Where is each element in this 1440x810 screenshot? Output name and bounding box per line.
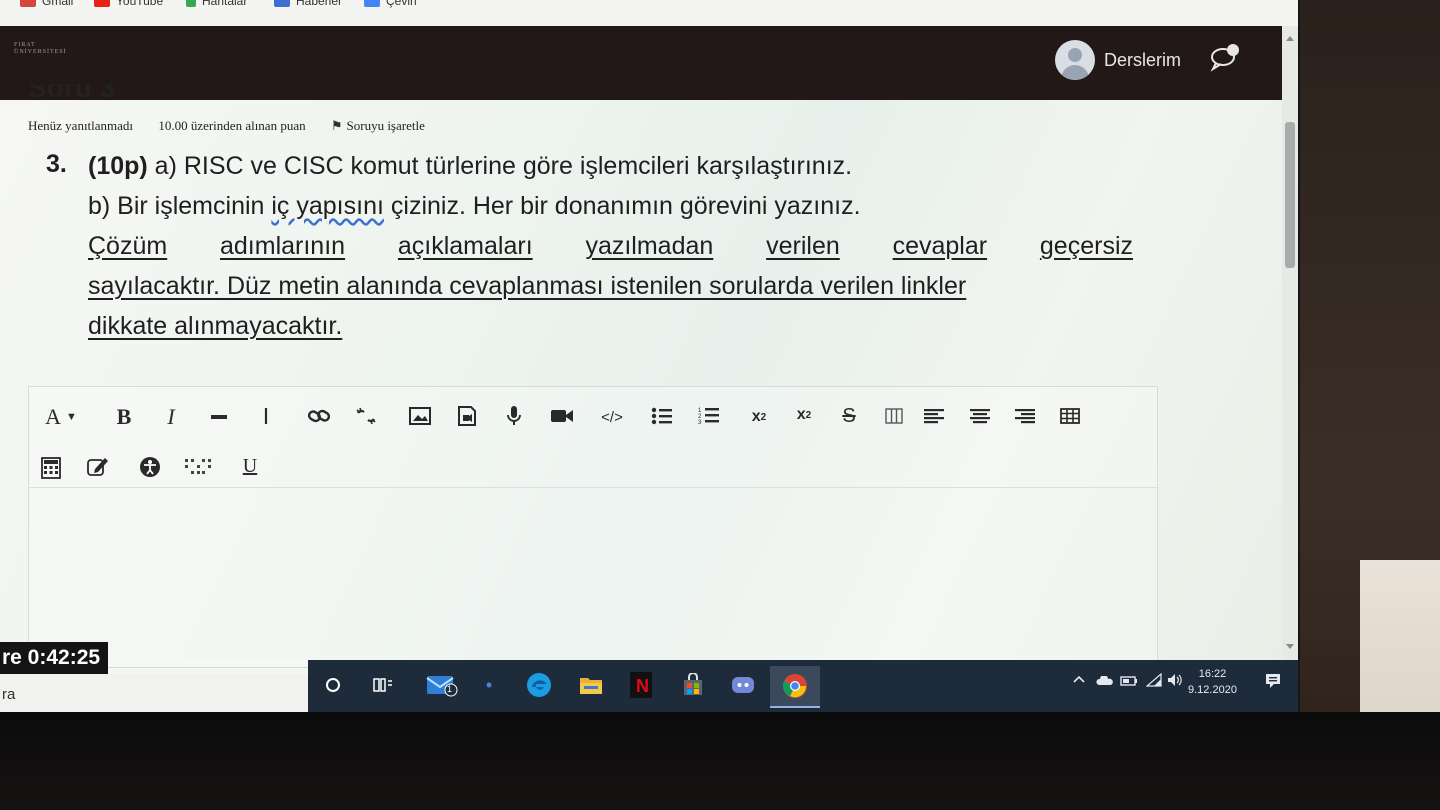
question-points: 10.00 üzerinden alınan puan	[158, 118, 306, 133]
bulleted-list-icon[interactable]	[647, 401, 677, 431]
chrome-icon[interactable]	[770, 666, 820, 708]
image-icon[interactable]	[405, 401, 435, 431]
flag-question-link[interactable]: ⚑ Soruyu işaretle	[331, 118, 425, 133]
question-note-line3: dikkate alınmayacaktır.	[88, 312, 343, 340]
page-scrollbar[interactable]	[1282, 26, 1298, 660]
answer-editor: A ▼ B I Ⅰ </> 1 2 3 x 2 x 2 S U	[28, 386, 1158, 668]
text-cursor-button[interactable]: Ⅰ	[251, 402, 281, 432]
notification-icon[interactable]	[1264, 672, 1282, 695]
file-explorer-icon[interactable]	[576, 670, 606, 700]
translate-icon	[364, 0, 380, 7]
task-view-icon[interactable]	[368, 670, 398, 700]
columns-icon[interactable]	[879, 401, 909, 431]
user-avatar-icon[interactable]	[1055, 40, 1095, 80]
mail-badge: 1	[447, 684, 453, 694]
store-icon[interactable]	[678, 670, 708, 700]
news-icon	[274, 0, 290, 7]
align-right-icon[interactable]	[1010, 401, 1040, 431]
superscript-button[interactable]: x2	[789, 400, 819, 430]
table-icon[interactable]	[1055, 401, 1085, 431]
question-note-line1: Çözüm adımlarının açıklamaları yazılmada…	[88, 232, 1133, 260]
media-icon[interactable]	[452, 401, 482, 431]
subscript-button[interactable]: x2	[744, 402, 774, 432]
chat-bubble-icon[interactable]	[1208, 42, 1242, 72]
top-navbar: FIRAT ÜNİVERSİTESİ Derslerim	[0, 26, 1282, 100]
flag-icon: ⚑	[330, 118, 343, 133]
question-part-a: (10p) a) RISC ve CISC komut türlerine gö…	[88, 152, 853, 180]
battery-icon[interactable]	[1120, 676, 1138, 689]
system-clock[interactable]: 16:22 9.12.2020	[1188, 666, 1237, 698]
tray-chevron-icon[interactable]	[1072, 674, 1086, 687]
bold-button[interactable]: B	[109, 402, 139, 432]
maps-icon	[186, 0, 196, 7]
question-number: 3.	[46, 150, 67, 178]
editor-toolbar: A ▼ B I Ⅰ </> 1 2 3 x 2 x 2 S U	[29, 387, 1157, 488]
underline-button[interactable]: U	[235, 451, 265, 481]
university-logo[interactable]: FIRAT ÜNİVERSİTESİ	[14, 42, 67, 56]
question-note-line2: sayılacaktır. Düz metin alanında cevapla…	[88, 272, 967, 300]
edge-icon[interactable]	[524, 670, 554, 700]
mail-icon[interactable]: 1	[422, 670, 462, 700]
wifi-icon[interactable]	[1145, 672, 1162, 690]
netflix-icon[interactable]: N	[626, 670, 656, 700]
bookmarks-bar: Gmail YouTube Haritalar Haberler Çeviri	[0, 0, 1298, 26]
discord-icon[interactable]	[728, 670, 758, 700]
code-icon[interactable]: </>	[597, 402, 627, 432]
bookmark-news[interactable]: Haberler	[274, 0, 342, 8]
my-courses-link[interactable]: Derslerim	[1104, 50, 1181, 71]
svg-text:N: N	[636, 676, 649, 696]
bookmark-translate[interactable]: Çeviri	[364, 0, 417, 8]
link-icon[interactable]	[304, 401, 334, 431]
bookmark-youtube[interactable]: YouTube	[94, 0, 163, 8]
volume-icon[interactable]	[1166, 672, 1184, 691]
search-circle-icon[interactable]	[318, 670, 348, 700]
accessibility-icon[interactable]	[135, 452, 165, 482]
unlink-icon[interactable]	[351, 401, 381, 431]
calculator-icon[interactable]	[36, 453, 66, 483]
numbered-list-icon[interactable]: 123	[694, 401, 724, 431]
scroll-down-icon[interactable]	[1286, 644, 1294, 649]
bookmark-gmail[interactable]: Gmail	[20, 0, 73, 8]
strikethrough-button[interactable]: S	[834, 401, 864, 431]
windows-taskbar: 1 N 16:22 9.12.2020	[308, 660, 1298, 712]
align-left-icon[interactable]	[919, 401, 949, 431]
question-text: (10p) a) RISC ve CISC komut türlerine gö…	[88, 146, 1133, 346]
special-chars-icon[interactable]	[183, 451, 213, 481]
question-heading: Soru 3	[28, 84, 116, 100]
dot-icon	[474, 670, 504, 700]
laptop-bezel	[0, 712, 1440, 810]
page-footer: ra	[0, 674, 308, 712]
italic-button[interactable]: I	[156, 402, 186, 432]
scroll-up-icon[interactable]	[1286, 36, 1294, 41]
question-content: Soru 3 Henüz yanıtlanmadı 10.00 üzerinde…	[0, 84, 1282, 668]
browser-screen: Gmail YouTube Haritalar Haberler Çeviri …	[0, 0, 1298, 712]
edit-icon[interactable]	[83, 451, 113, 481]
answer-text-area[interactable]	[29, 488, 1157, 666]
youtube-icon	[94, 0, 110, 7]
answer-status: Henüz yanıtlanmadı	[28, 118, 134, 133]
question-part-b: b) Bir işlemcinin iç yapısını çiziniz. H…	[88, 192, 861, 220]
video-icon[interactable]	[547, 401, 577, 431]
microphone-icon[interactable]	[499, 401, 529, 431]
question-info: Henüz yanıtlanmadı 10.00 üzerinden alına…	[28, 118, 447, 134]
cloud-icon[interactable]	[1096, 675, 1114, 689]
horizontal-rule-button[interactable]	[204, 402, 234, 432]
gmail-icon	[20, 0, 36, 7]
bookmark-maps[interactable]: Haritalar	[186, 0, 247, 8]
svg-text:3: 3	[698, 420, 702, 426]
font-style-dropdown[interactable]: A ▼	[41, 402, 81, 432]
scroll-thumb[interactable]	[1285, 122, 1295, 268]
quiz-timer: re 0:42:25	[0, 642, 108, 674]
align-center-icon[interactable]	[965, 401, 995, 431]
